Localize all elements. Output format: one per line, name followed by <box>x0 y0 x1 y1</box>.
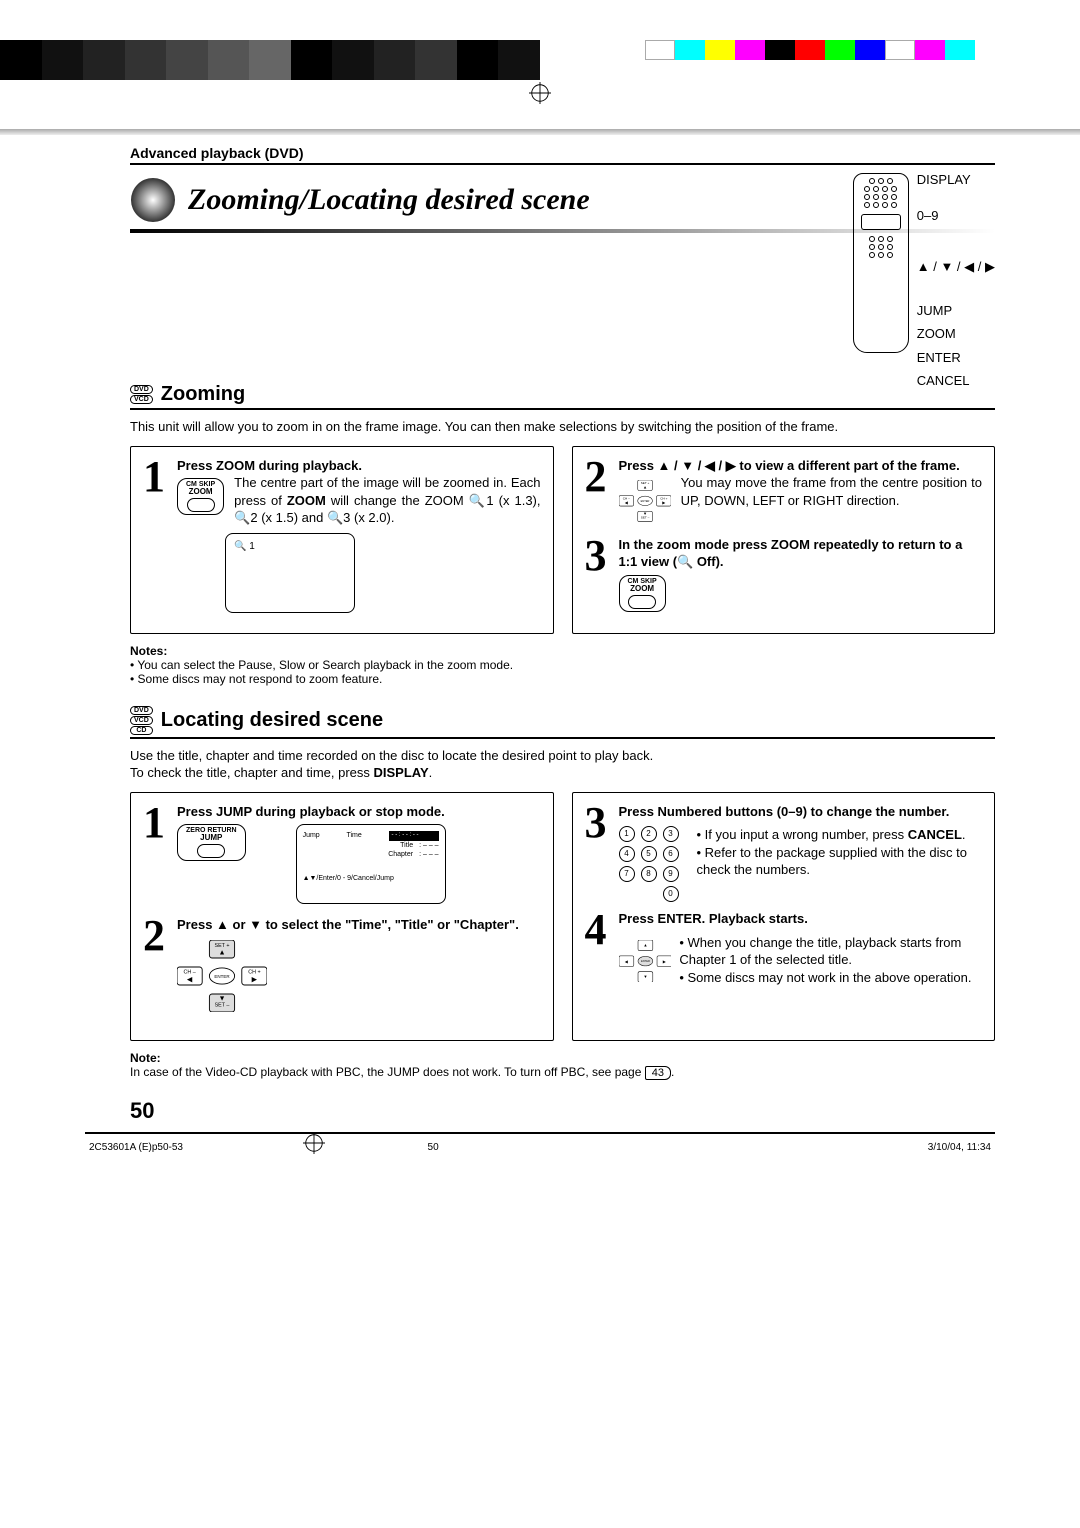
page-reference: 43 <box>645 1066 671 1080</box>
step-number-1b: 1 <box>143 803 169 909</box>
step-number-1: 1 <box>143 457 169 615</box>
step-number-2: 2 <box>585 457 611 528</box>
loc-step1-title: Press JUMP during playback or stop mode. <box>177 803 541 821</box>
footer-divider <box>85 1132 995 1134</box>
svg-text:▼: ▼ <box>218 993 225 1002</box>
loc-note: Note: In case of the Video-CD playback w… <box>130 1051 995 1080</box>
registration-mark-top <box>0 82 1080 109</box>
step-number-3b: 3 <box>585 803 611 903</box>
zoom-screen-illustration: 🔍 1 <box>225 533 355 613</box>
svg-text:SET –: SET – <box>640 516 649 520</box>
loc-step4-title: Press ENTER. Playback starts. <box>619 910 983 928</box>
remote-label-jump: JUMP <box>917 302 995 320</box>
zoom-step1-body1: The centre part of the image will be zoo… <box>234 475 507 490</box>
zoom-step1-title: Press ZOOM during playback. <box>177 457 541 475</box>
svg-text:◀: ◀ <box>624 500 628 505</box>
remote-label-cancel: CANCEL <box>917 372 995 390</box>
disc-badges-locating: DVDVCDCD <box>130 706 153 735</box>
remote-label-zoom: ZOOM <box>917 325 995 343</box>
section-title-locating: Locating desired scene <box>161 709 383 732</box>
zoom-notes: Notes: You can select the Pause, Slow or… <box>130 644 995 686</box>
header-divider <box>0 129 1080 135</box>
remote-diagram: DISPLAY 0–9 ▲ / ▼ / ◀ / ▶ JUMP ZOOM ENTE… <box>853 173 995 390</box>
zoom-step1-body2b: ZOOM <box>287 493 326 508</box>
keypad-icon: 123 456 789 0 <box>619 826 681 902</box>
zoom-intro: This unit will allow you to zoom in on t… <box>130 418 995 436</box>
svg-text:◀: ◀ <box>187 974 193 983</box>
print-footer: 2C53601A (E)p50-53 50 3/10/04, 11:34 <box>85 1142 995 1153</box>
nav-cross-icon-3: ▲ ▼ ◀ ▶ ENTER <box>619 940 672 982</box>
loc-step2-title: Press ▲ or ▼ to select the "Time", "Titl… <box>177 916 541 934</box>
zoom-button-icon: CM SKIP ZOOM <box>177 478 224 515</box>
zoom-step2-body: You may move the frame from the centre p… <box>681 474 982 509</box>
nav-cross-icon-2: SET +▲ SET –▼ CH –◀ CH +▶ ENTER <box>177 940 267 1012</box>
loc-right-column: 3 Press Numbered buttons (0–9) to change… <box>572 792 996 1042</box>
footer-left: 2C53601A (E)p50-53 <box>89 1142 183 1153</box>
registration-mark-bottom <box>303 1132 325 1157</box>
svg-text:▶: ▶ <box>252 974 258 983</box>
zoom-right-column: 2 Press ▲ / ▼ / ◀ / ▶ to view a differen… <box>572 446 996 634</box>
remote-outline <box>853 173 909 353</box>
svg-text:ENTER: ENTER <box>640 499 649 503</box>
svg-text:▶: ▶ <box>662 959 666 964</box>
loc-left-column: 1 Press JUMP during playback or stop mod… <box>130 792 554 1042</box>
svg-text:▲: ▲ <box>218 947 225 956</box>
svg-text:ENTER: ENTER <box>214 974 230 979</box>
page-title: Zooming/Locating desired scene <box>188 183 590 217</box>
svg-text:▼: ▼ <box>643 974 647 979</box>
remote-label-enter: ENTER <box>917 349 995 367</box>
zoom-button-icon-2: CM SKIP ZOOM <box>619 575 666 612</box>
title-ornament <box>130 177 176 223</box>
svg-text:ENTER: ENTER <box>640 959 649 963</box>
loc-intro: Use the title, chapter and time recorded… <box>130 747 995 782</box>
nav-cross-icon: SET +▲ SET –▼ CH –◀ CH +▶ ENTER <box>619 480 671 522</box>
svg-text:▲: ▲ <box>642 484 646 489</box>
remote-label-display: DISPLAY <box>917 171 995 189</box>
svg-text:▼: ▼ <box>642 511 646 516</box>
svg-text:▲: ▲ <box>643 942 647 947</box>
step-number-2b: 2 <box>143 916 169 1022</box>
section-title-zooming: Zooming <box>161 383 245 406</box>
step-number-3: 3 <box>585 536 611 612</box>
breadcrumb: Advanced playback (DVD) <box>130 145 995 165</box>
svg-text:SET –: SET – <box>215 1003 230 1009</box>
jump-button-icon: ZERO RETURN JUMP <box>177 824 246 861</box>
footer-mid: 50 <box>428 1142 439 1153</box>
jump-osd-illustration: JumpTime- - : - - : - - Title: – – – Cha… <box>296 824 446 904</box>
loc-step3-title: Press Numbered buttons (0–9) to change t… <box>619 803 983 821</box>
svg-text:▶: ▶ <box>662 500 666 505</box>
registration-color-bar <box>0 40 1080 80</box>
remote-label-arrows: ▲ / ▼ / ◀ / ▶ <box>917 258 995 276</box>
zoom-step2-title: Press ▲ / ▼ / ◀ / ▶ to view a different … <box>619 457 983 475</box>
remote-label-digits: 0–9 <box>917 207 995 225</box>
zoom-left-column: 1 Press ZOOM during playback. CM SKIP ZO… <box>130 446 554 634</box>
step-number-4: 4 <box>585 910 611 988</box>
page-number: 50 <box>130 1098 995 1124</box>
disc-badges-zoom: DVDVCD <box>130 385 153 404</box>
svg-text:◀: ◀ <box>624 959 628 964</box>
zoom-step3-title: In the zoom mode press ZOOM repeatedly t… <box>619 536 983 571</box>
footer-right: 3/10/04, 11:34 <box>928 1142 991 1153</box>
